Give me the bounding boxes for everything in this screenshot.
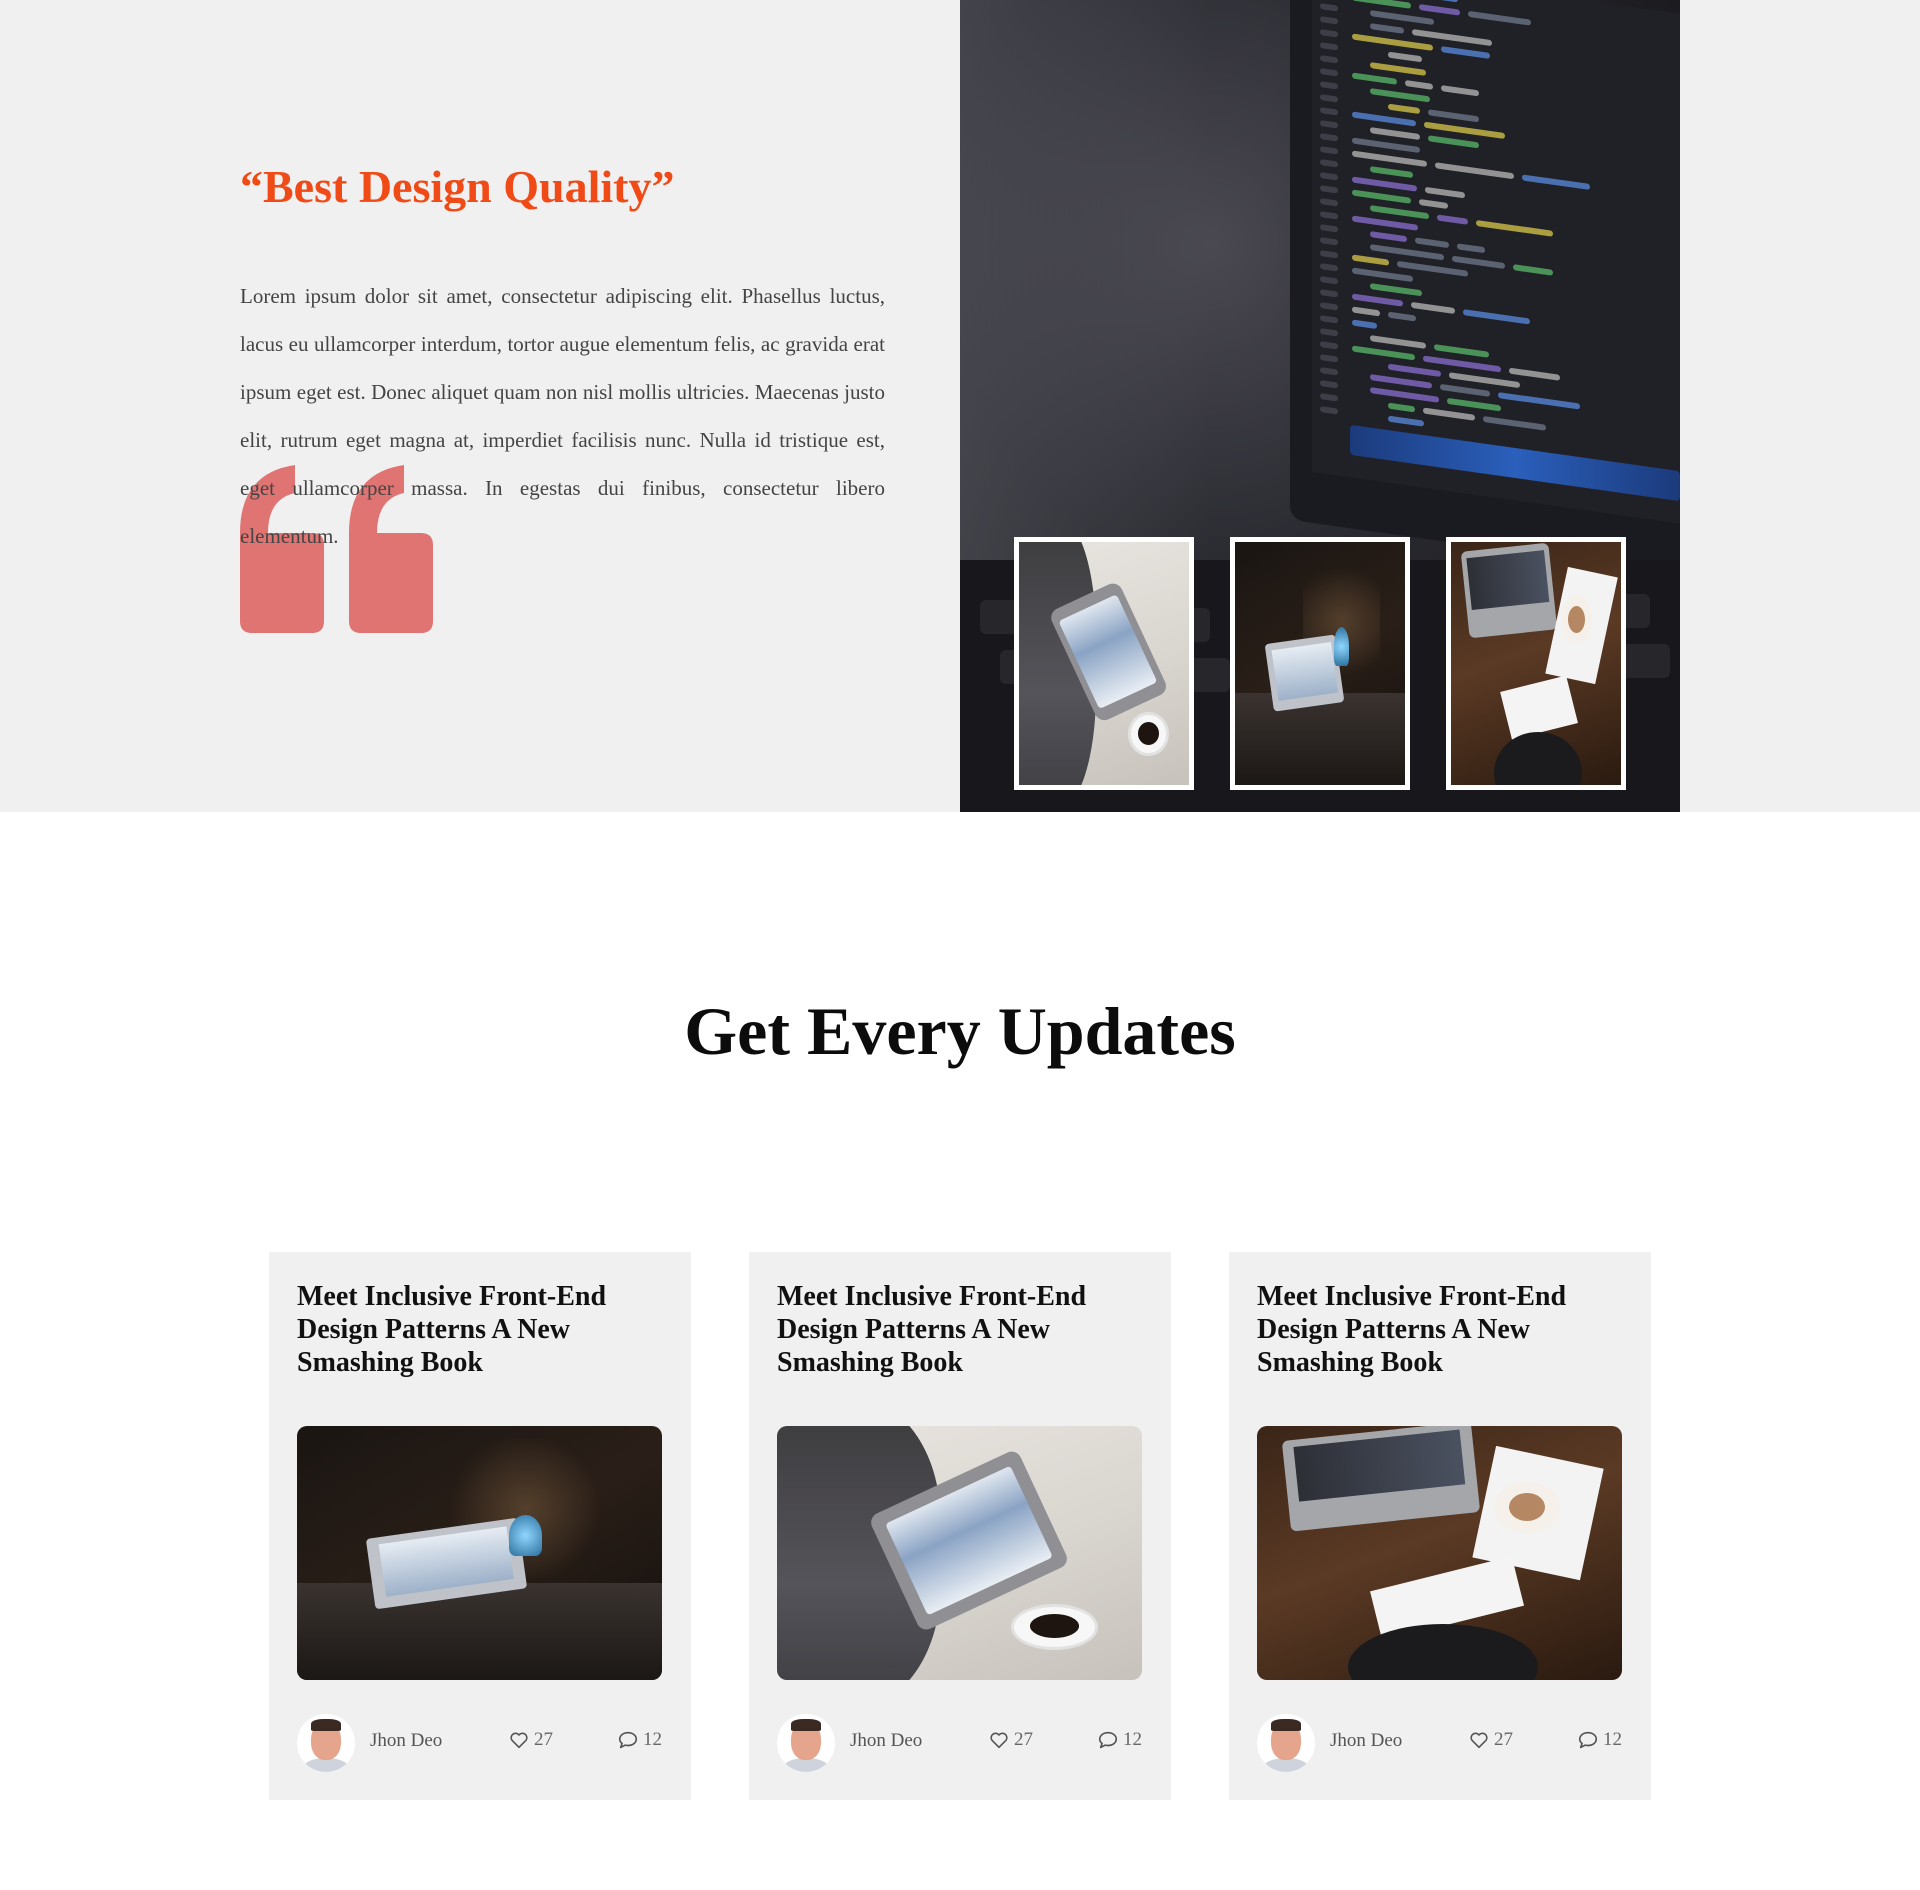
comments-count[interactable]: 12: [617, 1729, 662, 1751]
post-meta: Jhon Deo 27 12: [777, 1712, 1142, 1772]
post-card[interactable]: Meet Inclusive Front-End Design Patterns…: [269, 1252, 691, 1800]
likes-count[interactable]: 27: [988, 1729, 1033, 1751]
post-image[interactable]: [297, 1426, 662, 1680]
likes-count[interactable]: 27: [1468, 1729, 1513, 1751]
post-image[interactable]: [1257, 1426, 1622, 1680]
post-title[interactable]: Meet Inclusive Front-End Design Patterns…: [297, 1280, 657, 1379]
author-name[interactable]: Jhon Deo: [850, 1730, 922, 1752]
comments-value: 12: [1603, 1729, 1622, 1750]
post-meta: Jhon Deo 27 12: [1257, 1712, 1622, 1772]
post-title[interactable]: Meet Inclusive Front-End Design Patterns…: [1257, 1280, 1617, 1379]
author-avatar[interactable]: [777, 1714, 835, 1772]
likes-count[interactable]: 27: [508, 1729, 553, 1751]
thumbnail-tablet-coffee[interactable]: [1014, 537, 1194, 790]
author-name[interactable]: Jhon Deo: [1330, 1730, 1402, 1752]
heart-icon: [1470, 1732, 1488, 1749]
post-card[interactable]: Meet Inclusive Front-End Design Patterns…: [749, 1252, 1171, 1800]
updates-title: Get Every Updates: [684, 993, 1236, 1069]
post-image[interactable]: [777, 1426, 1142, 1680]
likes-value: 27: [534, 1729, 553, 1750]
monitor-code-photo: [960, 0, 1680, 812]
comments-count[interactable]: 12: [1097, 1729, 1142, 1751]
comment-icon: [618, 1731, 638, 1749]
post-meta: Jhon Deo 27 12: [297, 1712, 662, 1772]
author-avatar[interactable]: [1257, 1714, 1315, 1772]
comments-count[interactable]: 12: [1577, 1729, 1622, 1751]
tablet-coffee-photo: [777, 1426, 1142, 1680]
author-avatar[interactable]: [297, 1714, 355, 1772]
comment-icon: [1578, 1731, 1598, 1749]
dark-desk-laptop-photo: [1235, 542, 1405, 785]
quality-title: “Best Design Quality”: [240, 161, 675, 212]
thumbnail-dark-desk[interactable]: [1230, 537, 1410, 790]
comments-value: 12: [643, 1729, 662, 1750]
likes-value: 27: [1494, 1729, 1513, 1750]
quality-section: “Best Design Quality” Lorem ipsum dolor …: [0, 0, 1920, 812]
comments-value: 12: [1123, 1729, 1142, 1750]
quality-description: Lorem ipsum dolor sit amet, consectetur …: [240, 284, 885, 548]
post-card[interactable]: Meet Inclusive Front-End Design Patterns…: [1229, 1252, 1651, 1800]
thumbnail-top-view-laptop[interactable]: [1446, 537, 1626, 790]
heart-icon: [990, 1732, 1008, 1749]
likes-value: 27: [1014, 1729, 1033, 1750]
top-view-laptop-photo: [1451, 542, 1621, 785]
comment-icon: [1098, 1731, 1118, 1749]
post-title[interactable]: Meet Inclusive Front-End Design Patterns…: [777, 1280, 1137, 1379]
tablet-coffee-photo: [1019, 542, 1189, 785]
author-name[interactable]: Jhon Deo: [370, 1730, 442, 1752]
heart-icon: [510, 1732, 528, 1749]
dark-desk-laptop-photo: [297, 1426, 662, 1680]
top-view-laptop-photo: [1257, 1426, 1622, 1680]
